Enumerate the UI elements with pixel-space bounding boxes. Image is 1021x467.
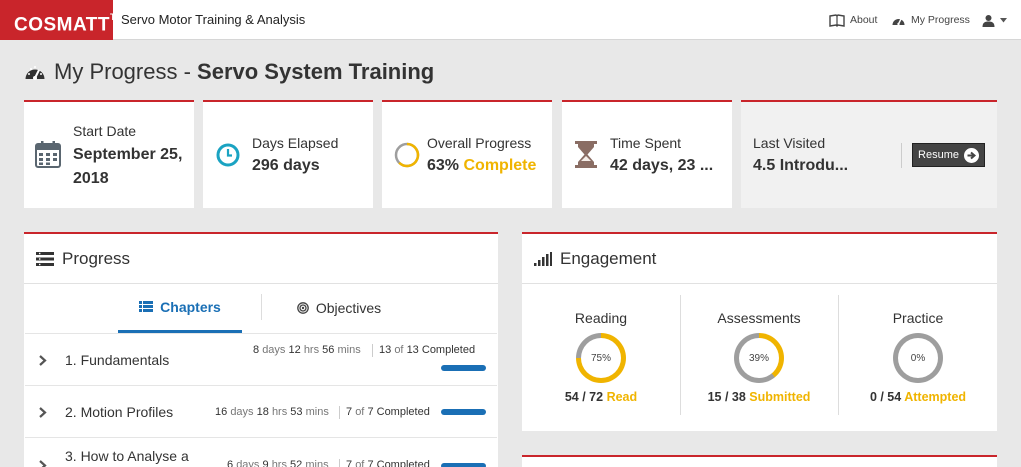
dashboard-icon (892, 18, 905, 25)
start-date-value-line2: 2018 (73, 170, 109, 187)
chapter-time-spent: 16 days 18 hrs 53 mins (215, 406, 329, 418)
list-icon (139, 301, 154, 312)
chevron-right-icon[interactable] (39, 460, 47, 467)
chapter-completion: 7 of 7 Completed (346, 459, 430, 467)
chapter-name: 2. Motion Profiles (65, 404, 174, 420)
bullseye-icon (296, 302, 309, 314)
about-link[interactable]: About (829, 0, 877, 40)
page-title-prefix: My Progress - (54, 59, 198, 84)
days-elapsed-label: Days Elapsed (252, 135, 339, 151)
chapter-time-spent: 8 days 12 hrs 56 mins (253, 344, 361, 356)
tab-chapters-label: Chapters (160, 298, 221, 315)
progress-panel-title: Progress (62, 248, 131, 268)
brand-name: COSMATT (14, 14, 111, 36)
start-date-label: Start Date (73, 123, 137, 139)
practice-donut: 0% (893, 333, 943, 383)
caret-down-icon (1000, 17, 1007, 22)
engagement-panel-header: Engagement (522, 234, 997, 284)
practice-count: 0 / 54 Attempted (869, 390, 967, 404)
practice-percent: 0% (898, 338, 938, 378)
last-visited-label: Last Visited (753, 135, 826, 151)
list-icon (36, 251, 54, 266)
calendar-icon (35, 141, 61, 168)
overall-progress-percent: 63% (427, 157, 460, 174)
chapter-completion: 13 of 13 Completed (379, 344, 476, 356)
chevron-right-icon[interactable] (39, 355, 47, 366)
overall-progress-value: 63% Complete (427, 157, 536, 175)
user-icon (982, 14, 995, 27)
overall-progress-status: Complete (463, 157, 537, 174)
time-spent-value: 42 days, 23 ... (610, 157, 714, 174)
start-date-value-line1: September 25, (73, 146, 183, 163)
chapter-progress-bar (441, 409, 486, 415)
my-progress-link[interactable]: My Progress (891, 0, 970, 40)
chapter-name: 3. How to Analyse a (65, 448, 189, 464)
dashboard-icon (25, 66, 45, 80)
chapter-progress-bar (441, 463, 486, 467)
book-icon (829, 13, 845, 27)
reading-percent: 75% (581, 338, 621, 378)
days-elapsed-value: 296 days (252, 157, 320, 174)
tab-objectives-label: Objectives (315, 300, 382, 316)
chapter-time-spent: 6 days 9 hrs 52 mins (227, 459, 329, 467)
chapter-progress-bar (441, 365, 486, 371)
resume-label: Resume (918, 149, 959, 161)
chapter-row[interactable]: 1. Fundamentals 8 days 12 hrs 56 mins 13… (25, 333, 497, 385)
assessments-donut: 39% (734, 333, 784, 383)
chapter-row[interactable]: 3. How to Analyse a 6 days 9 hrs 52 mins… (25, 437, 497, 467)
practice-title: Practice (892, 310, 944, 326)
divider (901, 143, 902, 168)
reading-title: Reading (574, 310, 628, 326)
divider (339, 459, 340, 467)
assessments-title: Assessments (717, 310, 801, 326)
last-visited-value: 4.5 Introdu... (753, 157, 849, 174)
app-title: Servo Motor Training & Analysis (121, 12, 306, 27)
about-label: About (850, 14, 878, 26)
signal-bars-icon (534, 251, 552, 266)
divider (339, 406, 340, 419)
chapter-completion: 7 of 7 Completed (346, 406, 430, 418)
tab-divider (261, 294, 262, 320)
assessments-percent: 39% (739, 338, 779, 378)
arrow-circle-right-icon (963, 147, 979, 163)
chapter-name: 1. Fundamentals (65, 352, 170, 368)
tab-chapters[interactable]: Chapters (118, 283, 242, 333)
time-spent-label: Time Spent (610, 135, 682, 151)
next-panel (522, 455, 997, 467)
reading-donut: 75% (576, 333, 626, 383)
course-title: Servo System Training (197, 59, 435, 84)
user-menu[interactable] (982, 0, 1007, 40)
tab-objectives[interactable]: Objectives (283, 283, 395, 333)
my-progress-label: My Progress (911, 14, 970, 26)
chevron-right-icon[interactable] (39, 407, 47, 418)
top-navbar: COSMATTTM Servo Motor Training & Analysi… (0, 0, 1021, 40)
assessments-count: 15 / 38 Submitted (707, 390, 811, 404)
engagement-panel-title: Engagement (560, 248, 657, 268)
brand-logo[interactable]: COSMATTTM (0, 0, 124, 40)
chapter-row[interactable]: 2. Motion Profiles 16 days 18 hrs 53 min… (25, 385, 497, 437)
resume-button[interactable]: Resume (912, 143, 985, 167)
clock-icon (216, 143, 240, 167)
progress-panel-header: Progress (24, 234, 498, 284)
progress-ring-icon (394, 142, 420, 168)
hourglass-icon (575, 141, 597, 168)
divider (372, 344, 373, 357)
reading-count: 54 / 72 Read (564, 390, 638, 404)
overall-progress-label: Overall Progress (427, 135, 532, 151)
page-title: My Progress - Servo System Training (24, 58, 434, 86)
